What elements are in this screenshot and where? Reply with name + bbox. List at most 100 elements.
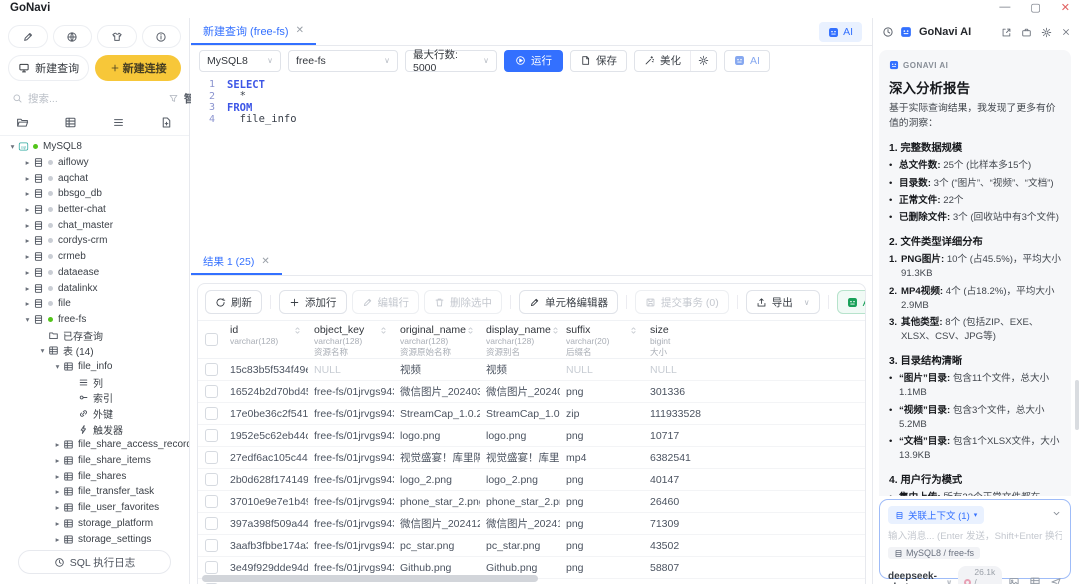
save-button[interactable]: 保存 <box>570 50 627 72</box>
attach-image-icon[interactable] <box>1008 576 1020 584</box>
cell-suffix[interactable]: png <box>560 474 644 486</box>
settings-icon[interactable] <box>1041 27 1052 38</box>
column-header-id[interactable]: idvarchar(128) <box>224 321 308 358</box>
results-toolbar-button-AI 数据洞察[interactable]: AI 数据洞察 <box>837 290 866 314</box>
tree-item-MySQL8[interactable]: ▾sqlMySQL8 <box>0 139 189 155</box>
row-checkbox[interactable] <box>205 495 218 508</box>
cell-original_name[interactable]: 视频 <box>394 362 480 377</box>
cell-display_name[interactable]: StreamCap_1.0.2_2_... <box>480 408 560 420</box>
cell-size[interactable]: NULL <box>644 364 866 376</box>
cell-object_key[interactable]: free-fs/01jrvgs943q... <box>308 540 394 552</box>
new-file-view-tab[interactable] <box>160 116 173 129</box>
cell-id[interactable]: 16524b2d70bd4527... <box>224 386 308 398</box>
row-checkbox[interactable] <box>205 561 218 574</box>
tree-item-索引[interactable]: 索引 <box>0 390 189 406</box>
cell-size[interactable]: 26460 <box>644 496 866 508</box>
cell-display_name[interactable]: 微信图片_20241217... <box>480 516 560 531</box>
tree-item-file_info[interactable]: ▾file_info <box>0 359 189 375</box>
cell-id[interactable]: 1952e5c62eb44ce8... <box>224 430 308 442</box>
sort-icon[interactable] <box>466 326 475 335</box>
results-toolbar-button-导出[interactable]: 导出∨ <box>746 290 820 314</box>
send-icon[interactable] <box>1050 576 1062 584</box>
sort-icon[interactable] <box>629 326 638 335</box>
results-tab[interactable]: 结果 1 (25) ✕ <box>191 249 282 275</box>
expand-arrow-icon[interactable]: ▸ <box>22 189 33 198</box>
row-checkbox[interactable] <box>205 473 218 486</box>
table-row[interactable]: 37010e9e7e1b4954...free-fs/01jrvgs943q..… <box>198 491 865 513</box>
tree-item-file[interactable]: ▸file <box>0 296 189 312</box>
tree-item-表 (14)[interactable]: ▾表 (14) <box>0 343 189 359</box>
query-tab[interactable]: 新建查询 (free-fs) ✕ <box>191 18 316 45</box>
tree-item-file_share_access_record[interactable]: ▸file_share_access_record <box>0 437 189 453</box>
cell-display_name[interactable]: Github.png <box>480 562 560 574</box>
cell-original_name[interactable]: 微信图片_20240326... <box>394 384 480 399</box>
cell-object_key[interactable]: free-fs/01jrvgs943q... <box>308 562 394 574</box>
cell-display_name[interactable]: 视觉盛宴！库里隔... <box>480 450 560 465</box>
sql-editor[interactable]: 1SELECT2 *3FROM4 file_info <box>191 75 872 249</box>
list-view-tab[interactable] <box>112 116 125 129</box>
tree-item-file_shares[interactable]: ▸file_shares <box>0 468 189 484</box>
about-tool-button[interactable] <box>142 25 182 48</box>
sort-icon[interactable] <box>293 326 302 335</box>
scrollbar-thumb[interactable] <box>1075 380 1079 430</box>
tree-item-datalinkx[interactable]: ▸datalinkx <box>0 280 189 296</box>
cell-id[interactable]: 3e49f929dde94d5d... <box>224 562 308 574</box>
expand-arrow-icon[interactable]: ▸ <box>52 440 63 449</box>
row-checkbox[interactable] <box>205 407 218 420</box>
table-row[interactable]: 17e0be36c2f541ce9...free-fs/01jrvgs943q.… <box>198 403 865 425</box>
filter-icon[interactable] <box>168 93 179 104</box>
cell-suffix[interactable]: png <box>560 518 644 530</box>
results-toolbar-button-单元格编辑器[interactable]: 单元格编辑器 <box>519 290 618 314</box>
expand-arrow-icon[interactable]: ▸ <box>22 158 33 167</box>
cell-display_name[interactable]: pc_star.png <box>480 540 560 552</box>
expand-arrow-icon[interactable]: ▾ <box>37 346 48 355</box>
expand-arrow-icon[interactable]: ▸ <box>22 236 33 245</box>
cell-suffix[interactable]: png <box>560 562 644 574</box>
tab-close-icon[interactable]: ✕ <box>296 25 304 36</box>
minimize-button[interactable]: — <box>999 1 1010 14</box>
expand-arrow-icon[interactable]: ▾ <box>7 142 18 151</box>
close-button[interactable]: ✕ <box>1061 1 1070 14</box>
cell-suffix[interactable]: png <box>560 496 644 508</box>
table-row[interactable]: 27edf6ac105c44598...free-fs/01jrvgs943q.… <box>198 447 865 469</box>
expand-arrow-icon[interactable]: ▸ <box>22 221 33 230</box>
scope-tag[interactable]: MySQL8 / free-fs <box>888 547 980 559</box>
cell-suffix[interactable]: png <box>560 386 644 398</box>
tree-item-file_user_favorites[interactable]: ▸file_user_favorites <box>0 500 189 516</box>
expand-arrow-icon[interactable]: ▾ <box>52 362 63 371</box>
cell-suffix[interactable]: png <box>560 430 644 442</box>
column-header-original_name[interactable]: original_namevarchar(128)资源原始名称 <box>394 321 480 358</box>
context-pill[interactable]: 关联上下文 (1) ▾ <box>888 506 984 524</box>
cell-suffix[interactable]: zip <box>560 408 644 420</box>
max-rows-select[interactable]: 最大行数: 5000∨ <box>405 50 497 72</box>
sort-icon[interactable] <box>864 326 866 335</box>
cell-size[interactable]: 301336 <box>644 386 866 398</box>
cell-original_name[interactable]: logo.png <box>394 430 480 442</box>
cell-size[interactable]: 58807 <box>644 562 866 574</box>
tree-item-free-fs[interactable]: ▾free-fs <box>0 312 189 328</box>
expand-arrow-icon[interactable]: ▸ <box>52 503 63 512</box>
tree-item-chat_master[interactable]: ▸chat_master <box>0 217 189 233</box>
connection-select[interactable]: MySQL8∨ <box>199 50 281 72</box>
row-checkbox[interactable] <box>205 517 218 530</box>
open-in-window-icon[interactable] <box>1001 27 1012 38</box>
tree-item-已存查询[interactable]: 已存查询 <box>0 327 189 343</box>
tree-item-file_transfer_task[interactable]: ▸file_transfer_task <box>0 484 189 500</box>
tree-item-file_share_items[interactable]: ▸file_share_items <box>0 453 189 469</box>
expand-arrow-icon[interactable]: ▸ <box>52 519 63 528</box>
run-button[interactable]: 运行 <box>504 50 563 72</box>
new-connection-button[interactable]: 新建连接 <box>95 55 181 81</box>
horizontal-scrollbar[interactable] <box>202 575 538 582</box>
cell-size[interactable]: 40147 <box>644 474 866 486</box>
cell-id[interactable]: 27edf6ac105c44598... <box>224 452 308 464</box>
toolbox-icon[interactable] <box>1021 27 1032 38</box>
expand-arrow-icon[interactable]: ▸ <box>22 268 33 277</box>
cell-suffix[interactable]: png <box>560 540 644 552</box>
database-select[interactable]: free-fs∨ <box>288 50 398 72</box>
tree-item-触发器[interactable]: 触发器 <box>0 421 189 437</box>
row-checkbox[interactable] <box>205 363 218 376</box>
table-view-tab[interactable] <box>64 116 77 129</box>
ai-chat-scroll-area[interactable]: GONAVI AI 深入分析报告 基于实际查询结果，我发现了更多有价值的洞察： … <box>879 50 1071 496</box>
cell-original_name[interactable]: logo_2.png <box>394 474 480 486</box>
theme-tool-button[interactable] <box>97 25 137 48</box>
